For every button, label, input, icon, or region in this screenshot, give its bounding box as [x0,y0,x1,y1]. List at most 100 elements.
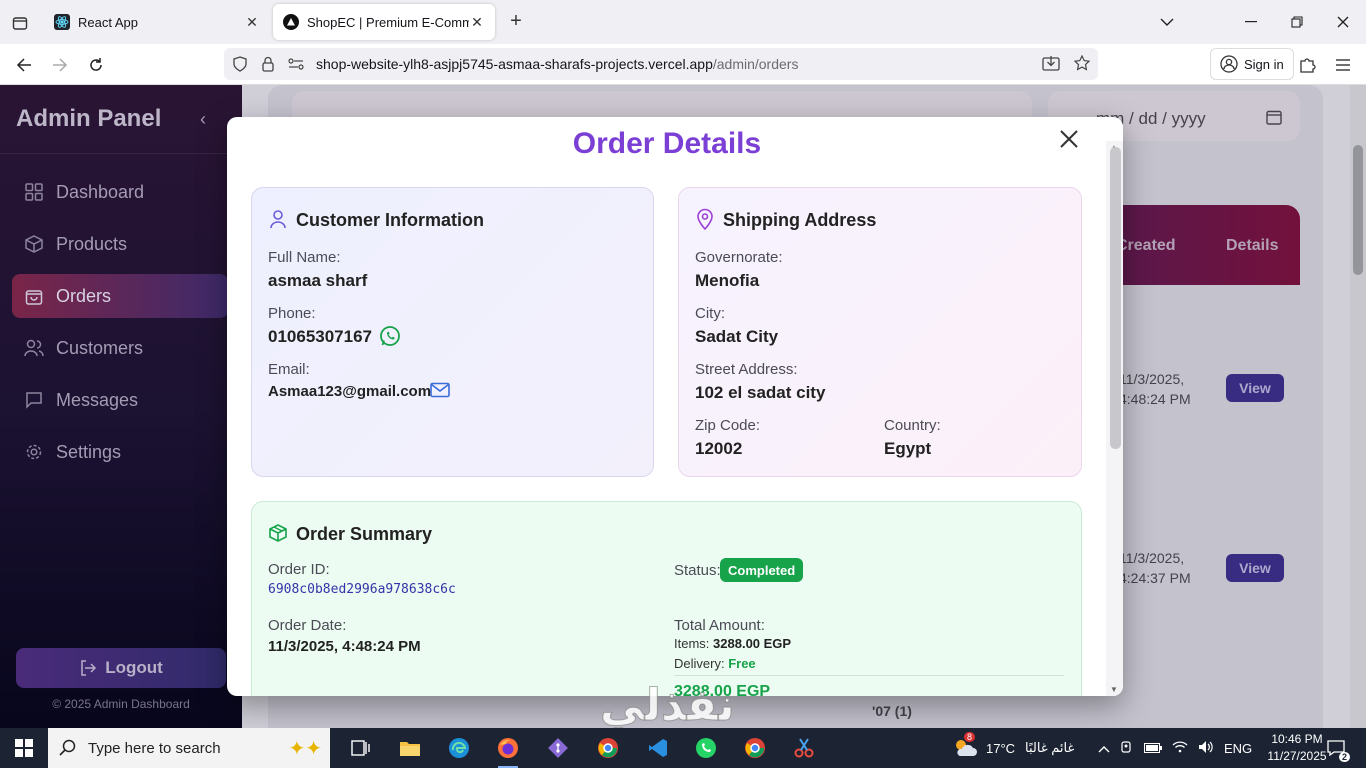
minimize-icon[interactable] [1228,0,1274,44]
sidebar-item-orders[interactable]: Orders [12,274,228,318]
customer-info-card: Customer Information Full Name: asmaa sh… [251,187,654,477]
box-icon [24,234,44,254]
logout-button[interactable]: Logout [16,648,226,688]
shipping-address-card: Shipping Address Governorate: Menofia Ci… [678,187,1082,477]
language-indicator[interactable]: ENG [1224,741,1252,756]
browser-tab-react-app[interactable]: React App ✕ [44,4,270,40]
delivery-line: Delivery: Free [674,656,756,671]
extensions-icon[interactable] [1294,52,1320,78]
taskbar-search-input[interactable]: Type here to search ✦✦ [48,728,330,768]
sidebar-item-messages[interactable]: Messages [12,378,228,422]
sidebar-divider [0,153,242,154]
url-host: shop-website-ylh8-asjpj5745-asmaa-sharaf… [316,56,713,72]
logout-icon [81,660,97,676]
close-tab-icon[interactable]: ✕ [469,14,485,31]
new-tab-icon[interactable]: + [505,11,527,33]
close-tab-icon[interactable]: ✕ [244,14,260,31]
weather-widget[interactable]: 8 17°C غائم غالبًا [952,728,1074,768]
governorate-label: Governorate: [695,249,783,266]
scroll-down-icon[interactable]: ▼ [1110,685,1118,694]
lock-icon[interactable] [256,56,280,72]
order-summary-heading: Order Summary [296,524,433,544]
grid-icon [24,182,44,202]
taskbar-clock[interactable]: 10:46 PM 11/27/2025 [1262,731,1332,765]
clock-time: 10:46 PM [1271,732,1323,746]
order-id-label: Order ID: [268,561,330,578]
wifi-icon[interactable] [1172,740,1188,756]
full-name-value: asmaa sharf [268,271,368,290]
save-page-icon[interactable] [1042,55,1060,74]
shield-icon[interactable] [228,56,252,72]
notifications-count: 2 [1338,752,1350,762]
close-window-icon[interactable] [1320,0,1366,44]
menu-icon[interactable] [1330,52,1356,78]
address-bar[interactable]: shop-website-ylh8-asjpj5745-asmaa-sharaf… [224,48,1098,80]
sidebar-item-products[interactable]: Products [12,222,228,266]
volume-icon[interactable] [1198,740,1214,757]
email-value: Asmaa123@gmail.com [268,383,432,400]
sidebar-item-dashboard[interactable]: Dashboard [12,170,228,214]
battery-icon[interactable] [1144,741,1162,756]
status-badge: Completed [720,558,804,582]
snipping-tool-icon[interactable] [786,732,822,764]
sidebar-brand: Admin Panel [16,105,162,132]
delivery-label: Delivery: [674,656,725,671]
search-highlight-icon[interactable]: ✦✦ [288,736,322,761]
list-all-tabs-icon[interactable] [1144,0,1190,44]
url-text[interactable]: shop-website-ylh8-asjpj5745-asmaa-sharaf… [316,56,798,72]
order-summary-card: Order Summary Order ID: 6908c0b8ed2996a9… [251,501,1082,696]
meet-now-icon[interactable] [1120,740,1134,757]
street-value: 102 el sadat city [695,383,826,402]
browser-tab-shopec[interactable]: ShopEC | Premium E-Commerce ✕ [273,4,495,40]
collapse-sidebar-icon[interactable]: ‹ [200,109,206,130]
user-icon [268,208,288,230]
account-icon [1220,55,1238,73]
vscode-icon[interactable] [640,732,676,764]
governorate-value: Menofia [695,271,760,290]
restore-icon[interactable] [1274,0,1320,44]
order-date-value: 11/3/2025, 4:48:24 PM [268,638,421,655]
forward-icon[interactable] [47,52,73,78]
sidebar-item-label: Settings [56,441,122,462]
sidebar-item-customers[interactable]: Customers [12,326,228,370]
site-permissions-icon[interactable] [284,57,308,71]
taskbar-search-placeholder: Type here to search [88,739,221,757]
whatsapp-icon[interactable] [379,325,401,352]
chrome-profile-icon[interactable] [737,732,773,764]
weather-cloud-icon: 8 [952,731,978,761]
file-explorer-icon[interactable] [392,732,428,764]
sidebar-item-label: Messages [56,389,139,410]
sidebar-item-label: Products [56,233,128,254]
bookmark-star-icon[interactable] [1073,54,1091,74]
edge-icon[interactable] [441,732,477,764]
sidebar-item-settings[interactable]: Settings [12,430,228,474]
chrome-icon[interactable] [590,732,626,764]
admin-sidebar: Admin Panel ‹ Dashboard Products Orders … [0,85,242,728]
notifications-icon[interactable]: 2 [1324,736,1350,762]
tray-chevron-up-icon[interactable] [1098,741,1110,756]
whatsapp-taskbar-icon[interactable] [688,732,724,764]
sign-in-label: Sign in [1244,56,1284,72]
mail-icon[interactable] [430,382,450,403]
windows-start-icon[interactable] [0,728,48,768]
city-label: City: [695,305,725,322]
country-label: Country: [884,417,941,434]
windows-taskbar: Type here to search ✦✦ 8 17°C غائم غالبً… [0,728,1366,768]
task-view-icon[interactable] [342,732,378,764]
sign-in-button[interactable]: Sign in [1210,48,1294,80]
tab-overview-icon[interactable] [8,11,32,35]
summary-divider [674,675,1064,676]
modal-scrollbar-thumb[interactable] [1110,147,1121,449]
vercel-favicon-icon [283,14,299,30]
modal-scrollbar[interactable]: ▲ ▼ [1106,141,1123,696]
close-modal-icon[interactable] [1057,127,1081,151]
items-label: Items: [674,636,710,651]
url-path: /admin/orders [712,56,799,72]
git-icon[interactable] [540,732,576,764]
reload-icon[interactable] [83,52,109,78]
weather-description: غائم غالبًا [1025,740,1075,755]
modal-title: Order Details [572,127,762,160]
firefox-icon[interactable] [490,732,526,768]
back-icon[interactable] [11,52,37,78]
phone-label: Phone: [268,305,316,322]
